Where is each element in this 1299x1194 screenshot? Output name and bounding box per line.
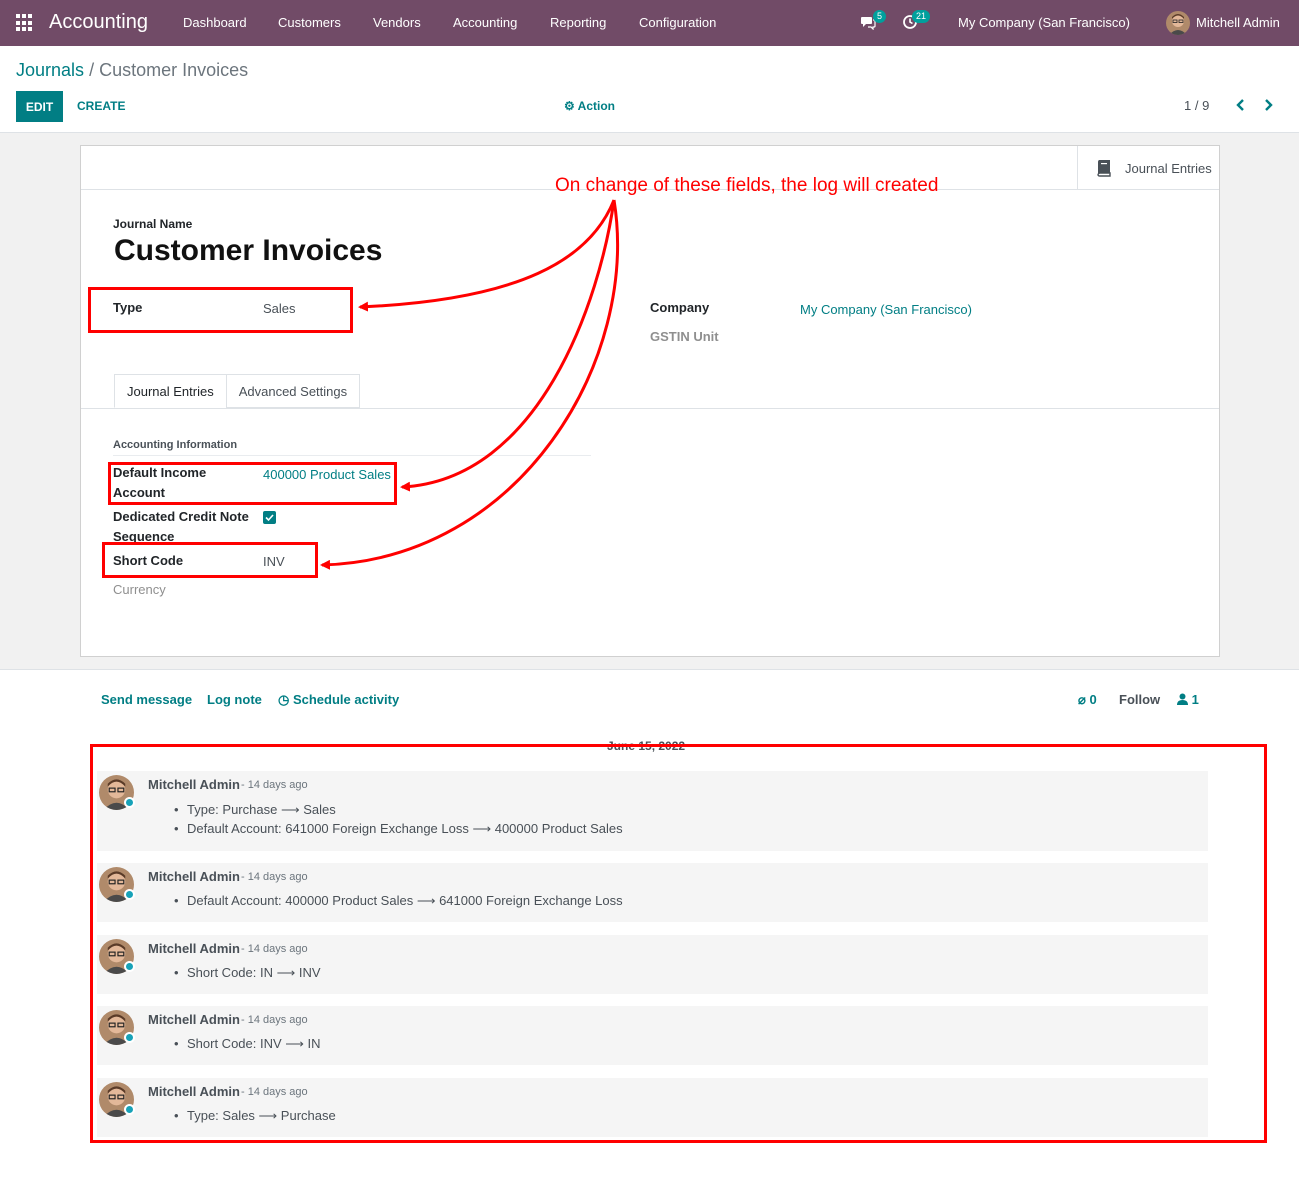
annotation-arrows [320, 199, 619, 570]
arrow-to-income-account [400, 199, 616, 492]
arrow-to-type [358, 199, 616, 312]
arrow-to-short-code [320, 199, 619, 570]
